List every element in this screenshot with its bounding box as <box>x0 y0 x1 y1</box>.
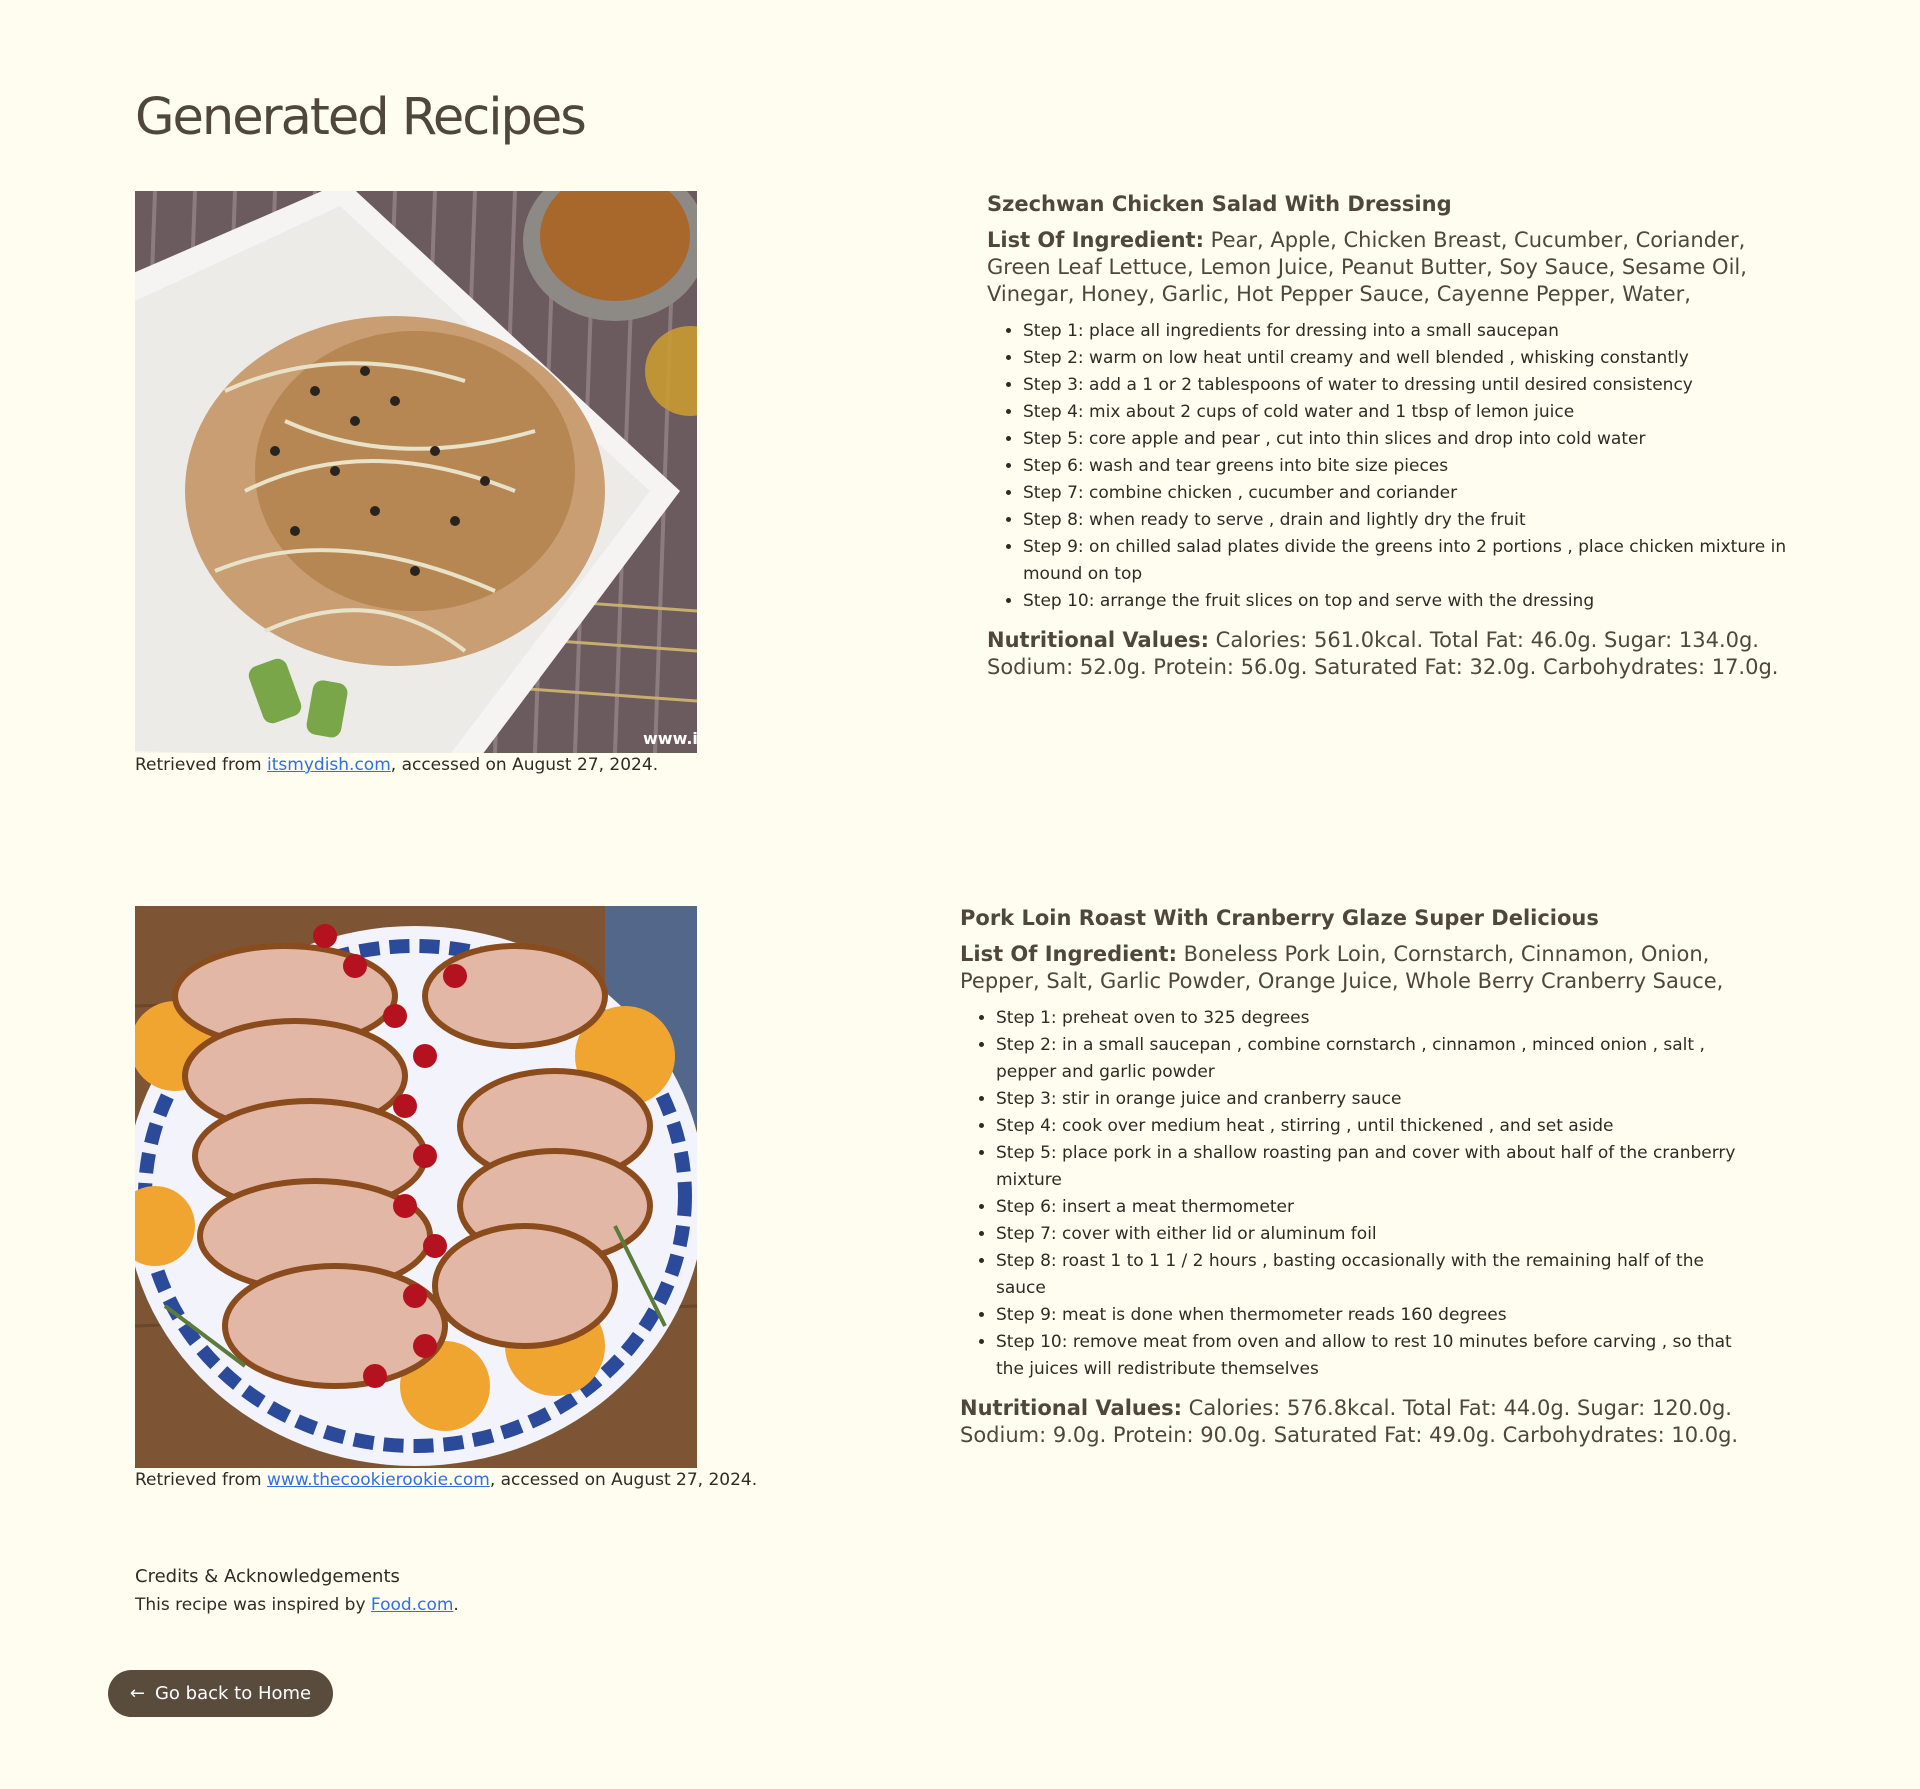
step-item: Step 1: preheat oven to 325 degrees <box>996 1005 1750 1032</box>
ingredients-list: List Of Ingredient: Boneless Pork Loin, … <box>960 941 1750 995</box>
image-caption-salad: Retrieved from itsmydish.com, accessed o… <box>135 755 658 775</box>
step-item: Step 2: in a small saucepan , combine co… <box>996 1032 1750 1086</box>
step-item: Step 3: stir in orange juice and cranber… <box>996 1086 1750 1113</box>
step-item: Step 6: insert a meat thermometer <box>996 1194 1750 1221</box>
recipe-title: Szechwan Chicken Salad With Dressing <box>987 192 1452 216</box>
nutrition-values: Nutritional Values: Calories: 576.8kcal.… <box>960 1395 1750 1449</box>
ingredients-list: List Of Ingredient: Pear, Apple, Chicken… <box>987 227 1787 308</box>
caption-prefix: Retrieved from <box>135 1470 262 1490</box>
credits-prefix: This recipe was inspired by <box>135 1595 366 1615</box>
step-item: Step 4: cook over medium heat , stirring… <box>996 1113 1750 1140</box>
ingredients-label: List Of Ingredient: <box>987 228 1204 253</box>
source-link-thecookierookie[interactable]: www.thecookierookie.com <box>267 1470 490 1490</box>
step-item: Step 3: add a 1 or 2 tablespoons of wate… <box>1023 372 1787 399</box>
step-item: Step 8: roast 1 to 1 1 / 2 hours , basti… <box>996 1248 1750 1302</box>
nutrition-label: Nutritional Values: <box>987 628 1209 653</box>
credits-text: This recipe was inspired by Food.com. <box>135 1595 459 1615</box>
step-item: Step 4: mix about 2 cups of cold water a… <box>1023 399 1787 426</box>
step-item: Step 9: on chilled salad plates divide t… <box>1023 534 1787 588</box>
credits-title: Credits & Acknowledgements <box>135 1566 400 1587</box>
step-item: Step 5: core apple and pear , cut into t… <box>1023 426 1787 453</box>
step-item: Step 10: arrange the fruit slices on top… <box>1023 588 1787 615</box>
credits-suffix: . <box>453 1595 459 1615</box>
step-item: Step 7: cover with either lid or aluminu… <box>996 1221 1750 1248</box>
step-item: Step 1: place all ingredients for dressi… <box>1023 318 1787 345</box>
page-title: Generated Recipes <box>135 88 587 147</box>
step-item: Step 2: warm on low heat until creamy an… <box>1023 345 1787 372</box>
recipe-image-pork <box>135 906 697 1468</box>
recipe-image-salad: www.i <box>135 191 697 753</box>
food-com-link[interactable]: Food.com <box>371 1595 453 1615</box>
step-item: Step 7: combine chicken , cucumber and c… <box>1023 480 1787 507</box>
image-caption-pork: Retrieved from www.thecookierookie.com, … <box>135 1470 757 1490</box>
step-item: Step 8: when ready to serve , drain and … <box>1023 507 1787 534</box>
arrow-left-icon: ← <box>129 1683 145 1704</box>
go-back-home-button[interactable]: ← Go back to Home <box>108 1670 333 1717</box>
pork-roast-photo-illustration <box>135 906 697 1468</box>
steps-list: Step 1: place all ingredients for dressi… <box>987 318 1787 615</box>
caption-suffix: , accessed on August 27, 2024. <box>390 755 659 775</box>
ingredients-label: List Of Ingredient: <box>960 942 1177 967</box>
nutrition-label: Nutritional Values: <box>960 1396 1182 1421</box>
salad-photo-illustration: www.i <box>135 191 697 753</box>
image-watermark: www.i <box>643 729 697 748</box>
recipe-info-pork: Pork Loin Roast With Cranberry Glaze Sup… <box>960 906 1750 1449</box>
nutrition-values: Nutritional Values: Calories: 561.0kcal.… <box>987 627 1787 681</box>
source-link-itsmydish[interactable]: itsmydish.com <box>267 755 391 775</box>
steps-list: Step 1: preheat oven to 325 degrees Step… <box>960 1005 1750 1383</box>
recipe-title: Pork Loin Roast With Cranberry Glaze Sup… <box>960 906 1599 930</box>
home-button-label: Go back to Home <box>154 1683 312 1704</box>
step-item: Step 6: wash and tear greens into bite s… <box>1023 453 1787 480</box>
credits-section: Credits & Acknowledgements This recipe w… <box>135 1566 459 1615</box>
caption-suffix: , accessed on August 27, 2024. <box>489 1470 758 1490</box>
caption-prefix: Retrieved from <box>135 755 262 775</box>
step-item: Step 10: remove meat from oven and allow… <box>996 1329 1750 1383</box>
step-item: Step 5: place pork in a shallow roasting… <box>996 1140 1750 1194</box>
recipe-info-salad: Szechwan Chicken Salad With Dressing Lis… <box>987 192 1787 681</box>
step-item: Step 9: meat is done when thermometer re… <box>996 1302 1750 1329</box>
